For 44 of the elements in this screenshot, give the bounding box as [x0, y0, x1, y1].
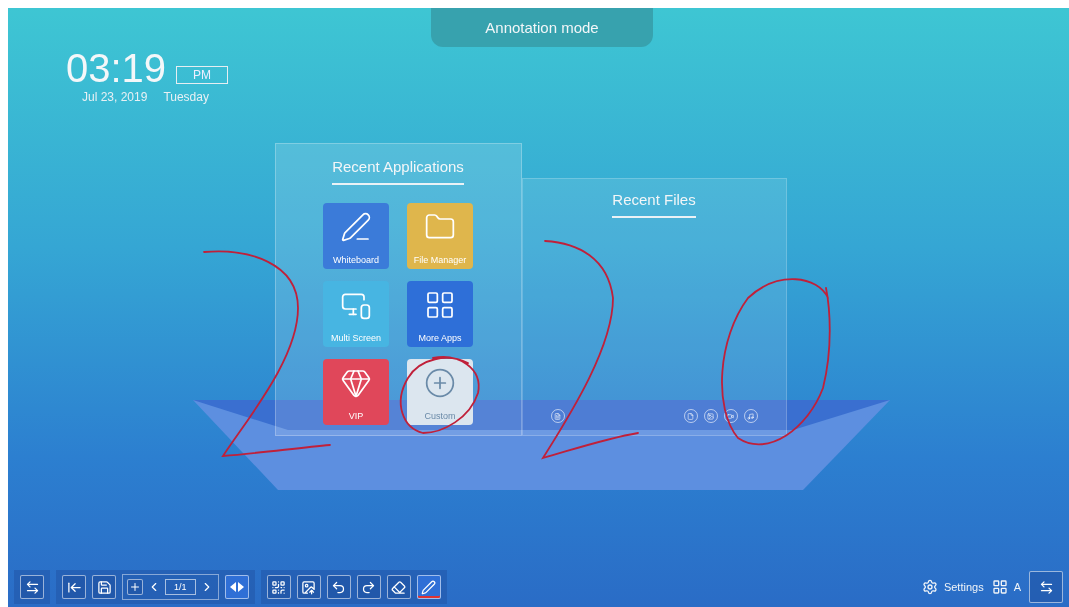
clock-time: 03:19	[66, 48, 167, 88]
qr-code-icon	[271, 579, 286, 595]
exit-button[interactable]	[62, 575, 86, 599]
left-right-arrows-icon	[229, 582, 244, 592]
apps-link[interactable]: A	[991, 579, 1021, 595]
app-icon	[340, 367, 372, 399]
swap-icon	[1038, 579, 1054, 595]
redo-icon	[361, 579, 376, 595]
tool-button[interactable]	[296, 575, 321, 599]
app-icon	[340, 211, 372, 243]
mode-banner: Annotation mode	[431, 8, 653, 47]
page-number: 1/1	[165, 579, 196, 595]
app-icon	[424, 367, 456, 399]
tool-button[interactable]	[356, 575, 381, 599]
panel-title: Recent Applications	[332, 158, 464, 185]
save-icon	[96, 579, 112, 595]
tool-button[interactable]	[416, 575, 441, 599]
move-toolbar-button[interactable]	[224, 575, 249, 599]
clock-weekday: Tuesday	[163, 90, 209, 104]
swap-button[interactable]	[1029, 571, 1063, 603]
undo-icon	[331, 579, 346, 595]
swap-button[interactable]	[20, 575, 44, 599]
app-tile[interactable]: Whiteboard	[323, 203, 389, 269]
grid-icon	[991, 579, 1008, 595]
app-icon	[424, 289, 456, 321]
image-export-icon	[301, 579, 316, 595]
add-page-button[interactable]	[127, 579, 143, 595]
save-button[interactable]	[92, 575, 116, 599]
tool-button[interactable]	[326, 575, 351, 599]
clock-date: Jul 23, 2019	[82, 90, 148, 104]
clock-period: PM	[176, 66, 229, 84]
app-tile[interactable]: Custom	[407, 359, 473, 425]
tool-button[interactable]	[386, 575, 411, 599]
eraser-icon	[391, 579, 406, 595]
app-tile[interactable]: More Apps	[407, 281, 473, 347]
plus-icon	[129, 581, 141, 593]
tool-button[interactable]	[266, 575, 291, 599]
app-tile[interactable]: Multi Screen	[323, 281, 389, 347]
panel-title: Recent Files	[612, 191, 696, 218]
pen-icon	[421, 579, 436, 595]
settings-link[interactable]: Settings	[921, 579, 984, 595]
swap-icon	[24, 579, 40, 595]
app-tile[interactable]: VIP	[323, 359, 389, 425]
settings-icon	[921, 579, 938, 595]
